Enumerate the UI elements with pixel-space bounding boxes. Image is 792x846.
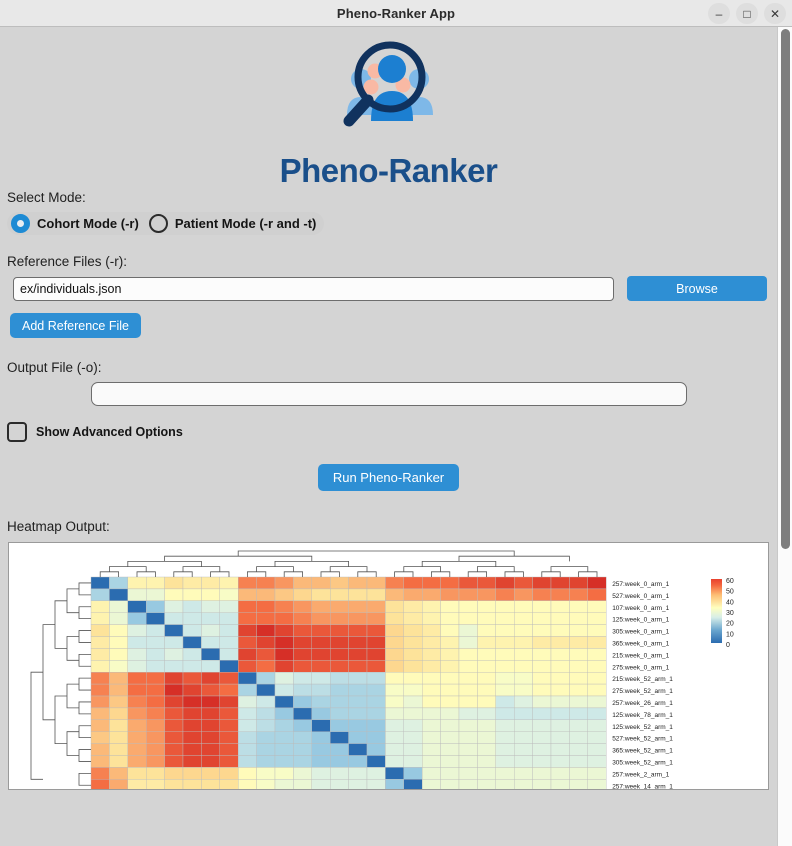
radio-patient-mode[interactable]: Patient Mode (-r and -t) [148,214,317,233]
heatmap-row-label: 527:week_52_arm_1 [612,736,673,743]
minimize-icon[interactable]: – [708,3,730,24]
heatmap-figure: 257:week_0_arm_1 527:week_0_arm_1 107:week… [30,550,734,790]
mode-section-label: Select Mode: [7,190,86,205]
heatmap-row-label: 275:week_0_arm_1 [612,664,669,671]
window-title: Pheno-Ranker App [336,5,456,21]
window-controls: – □ ✕ [708,3,786,24]
colorbar-tick-label: 20 [726,621,734,628]
heatmap-row-label: 257:week_2_arm_1 [612,771,669,778]
heatmap-row-label: 125:week_78_arm_1 [612,712,673,719]
close-icon[interactable]: ✕ [764,3,786,24]
radio-cohort-mode[interactable]: Cohort Mode (-r) [11,214,139,233]
heatmap-row-label: 215:week_52_arm_1 [612,676,673,683]
magnifier-people-logo [343,41,433,127]
heatmap-row-label: 125:week_0_arm_1 [612,617,669,624]
heatmap-row-label: 275:week_52_arm_1 [612,688,673,695]
run-button-row: Run Pheno-Ranker [0,464,777,491]
show-advanced-options-label: Show Advanced Options [36,425,183,439]
colorbar-tick-label: 60 [726,578,734,585]
browse-button[interactable]: Browse [627,276,767,301]
heatmap-row-label: 257:week_26_arm_1 [612,700,673,707]
radio-patient-indicator-icon[interactable] [148,214,168,233]
heatmap-row-label: 257:week_14_arm_1 [612,783,673,790]
add-reference-file-button[interactable]: Add Reference File [10,313,142,338]
reference-file-input[interactable] [13,276,614,301]
reference-files-label: Reference Files (-r): [7,254,128,269]
advanced-options-row[interactable]: Show Advanced Options [7,422,777,442]
heatmap-output-panel[interactable]: 257:week_0_arm_1 527:week_0_arm_1 107:week… [8,542,769,790]
colorbar-tick-label: 50 [726,589,734,596]
app-logo: Pheno-Ranker [259,27,519,190]
reference-file-row: Browse [13,276,767,301]
mode-radio-group: Cohort Mode (-r) Patient Mode (-r and -t… [7,212,325,235]
heatmap-row-label: 305:week_0_arm_1 [612,629,669,636]
logo-wordmark: Pheno-Ranker [279,152,498,189]
window-titlebar: Pheno-Ranker App – □ ✕ [0,0,792,27]
app-content: Pheno-Ranker Select Mode: Cohort Mode (-… [0,27,777,846]
output-file-input[interactable] [90,382,687,406]
run-pheno-ranker-button[interactable]: Run Pheno-Ranker [317,464,460,491]
radio-cohort-label: Cohort Mode (-r) [37,216,139,231]
colorbar-tick-label: 40 [726,599,734,606]
radio-cohort-indicator-icon[interactable] [11,214,30,233]
maximize-icon[interactable]: □ [736,3,758,24]
heatmap-row-label: 527:week_0_arm_1 [612,593,669,600]
heatmap-row-label: 365:week_52_arm_1 [612,748,673,755]
output-file-label: Output File (-o): [7,360,102,375]
heatmap-row-label: 107:week_0_arm_1 [612,605,669,612]
heatmap-row-label: 305:week_52_arm_1 [612,759,673,766]
radio-patient-label: Patient Mode (-r and -t) [174,216,317,231]
scrollbar-thumb[interactable] [781,29,790,549]
vertical-scrollbar[interactable] [777,27,792,846]
colorbar-tick-label: 0 [726,642,730,649]
heatmap-row-label: 125:week_52_arm_1 [612,724,673,731]
show-advanced-options-checkbox[interactable] [7,422,27,442]
colorbar-tick-label: 10 [726,631,734,638]
colorbar-tick-label: 30 [726,610,734,617]
heatmap-output-label: Heatmap Output: [7,519,110,534]
heatmap-row-label: 365:week_0_arm_1 [612,640,669,647]
heatmap-row-label: 257:week_0_arm_1 [612,581,669,588]
heatmap-row-label: 215:week_0_arm_1 [612,652,669,659]
output-file-row [0,382,777,406]
